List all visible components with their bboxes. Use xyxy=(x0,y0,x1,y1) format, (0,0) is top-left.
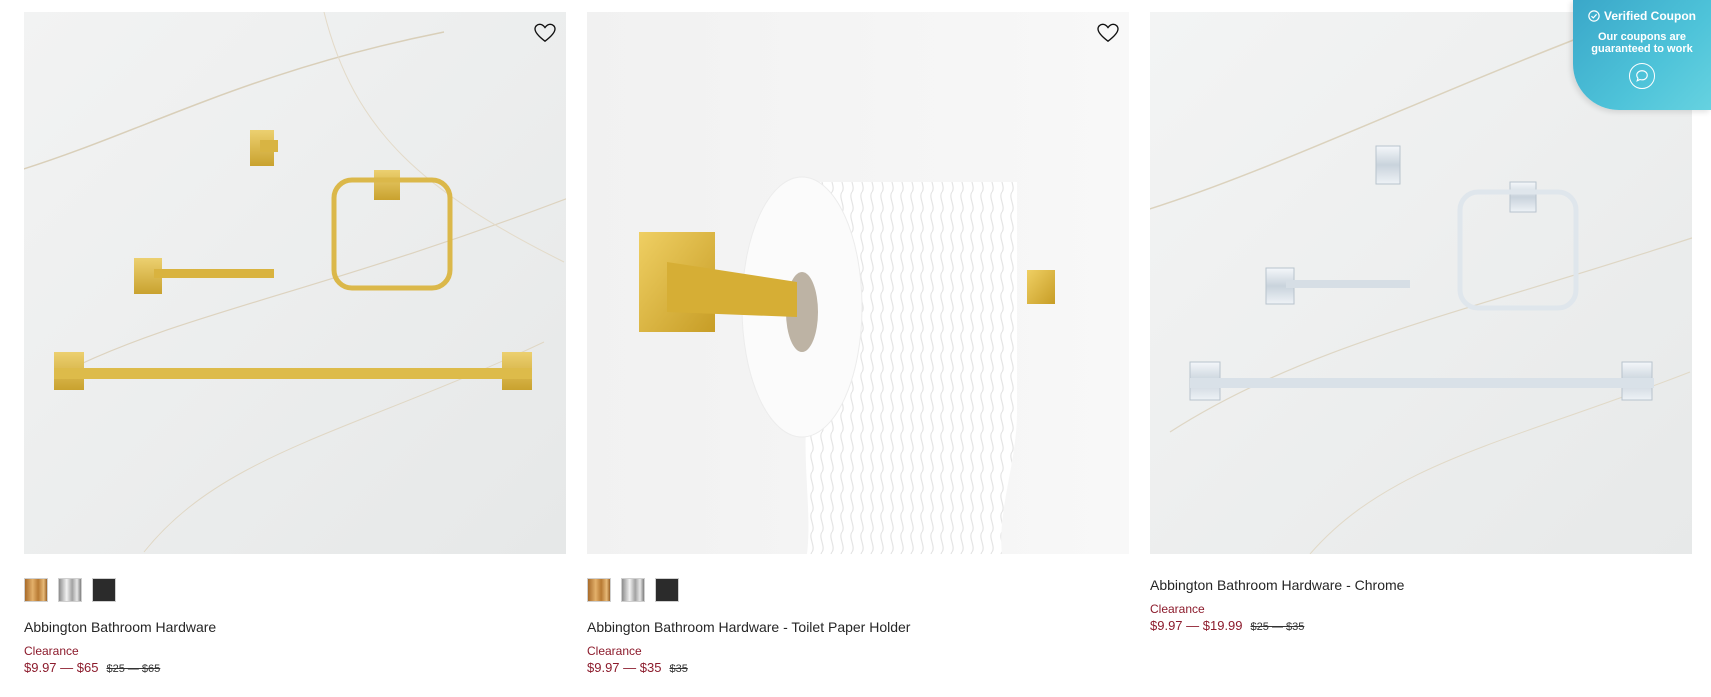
price-row: $9.97 — $19.99 $25 — $35 xyxy=(1150,618,1692,635)
product-title[interactable]: Abbington Bathroom Hardware - Chrome xyxy=(1150,576,1692,594)
product-title[interactable]: Abbington Bathroom Hardware - Toilet Pap… xyxy=(587,618,1129,636)
product-grid: Abbington Bathroom Hardware Clearance $9… xyxy=(24,12,1692,677)
price-row: $9.97 — $65 $25 — $65 xyxy=(24,660,566,677)
product-image[interactable] xyxy=(24,12,566,554)
clearance-tag: Clearance xyxy=(587,644,642,658)
chat-bubble-icon xyxy=(1636,70,1648,82)
color-swatches xyxy=(24,578,566,604)
original-price: $25 — $35 xyxy=(1250,621,1305,633)
product-photo-brass-set xyxy=(24,12,566,554)
product-card[interactable]: Abbington Bathroom Hardware - Toilet Pap… xyxy=(587,12,1129,677)
swatch-brass[interactable] xyxy=(587,578,611,602)
swatch-chrome[interactable] xyxy=(621,578,645,602)
coupon-title: Verified Coupon xyxy=(1603,9,1696,23)
verified-coupon-widget[interactable]: Verified Coupon Our coupons are guarante… xyxy=(1573,0,1711,110)
heart-outline-icon xyxy=(1097,23,1119,43)
coupon-open-button[interactable] xyxy=(1629,63,1655,89)
product-title[interactable]: Abbington Bathroom Hardware xyxy=(24,618,566,636)
color-swatches xyxy=(587,578,1129,604)
swatch-chrome[interactable] xyxy=(58,578,82,602)
sale-price: $9.97 — $19.99 xyxy=(1150,618,1243,633)
swatch-black[interactable] xyxy=(92,578,116,602)
wishlist-button[interactable] xyxy=(1093,18,1123,48)
check-circle-icon xyxy=(1588,10,1600,22)
original-price: $25 — $65 xyxy=(106,663,161,675)
product-card[interactable]: Abbington Bathroom Hardware - Chrome Cle… xyxy=(1150,12,1692,677)
swatch-black[interactable] xyxy=(655,578,679,602)
clearance-tag: Clearance xyxy=(1150,602,1205,616)
sale-price: $9.97 — $65 xyxy=(24,660,99,675)
product-photo-toilet-paper-holder xyxy=(587,12,1129,554)
wishlist-button[interactable] xyxy=(530,18,560,48)
heart-outline-icon xyxy=(534,23,556,43)
swatch-brass[interactable] xyxy=(24,578,48,602)
original-price: $35 xyxy=(669,663,688,675)
product-image[interactable] xyxy=(587,12,1129,554)
coupon-subtitle: Our coupons are guaranteed to work xyxy=(1591,31,1693,55)
sale-price: $9.97 — $35 xyxy=(587,660,662,675)
clearance-tag: Clearance xyxy=(24,644,79,658)
product-card[interactable]: Abbington Bathroom Hardware Clearance $9… xyxy=(24,12,566,677)
price-row: $9.97 — $35 $35 xyxy=(587,660,1129,677)
coupon-header: Verified Coupon xyxy=(1573,9,1711,23)
